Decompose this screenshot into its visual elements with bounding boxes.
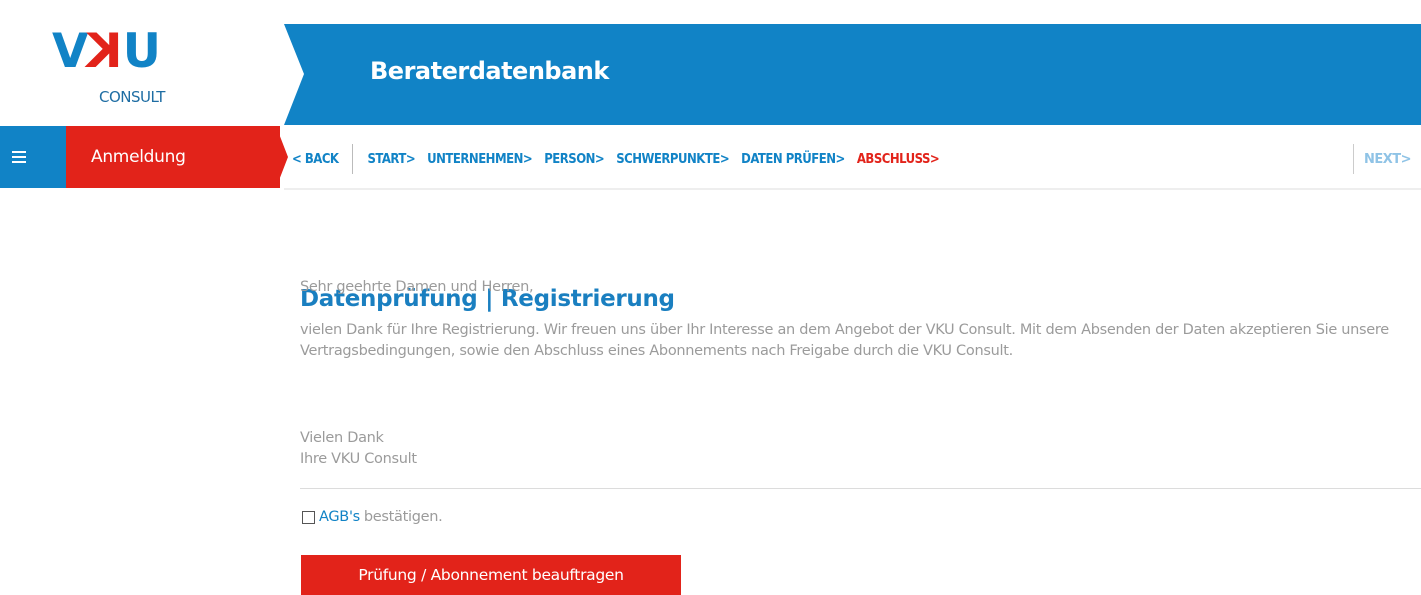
next-nav: NEXT> [1353,143,1412,175]
agb-link[interactable]: AGB's [319,509,360,525]
header-banner: Beraterdatenbank [284,24,1421,125]
salutation-text: Sehr geehrte Damen und Herren, [300,279,534,295]
closing-line-1: Vielen Dank [300,430,384,446]
agb-confirmation: AGB's bestätigen. [302,509,443,525]
logo-mark: VKU [52,24,161,79]
divider [300,488,1421,489]
agb-checkbox[interactable] [302,510,315,524]
body-paragraph: vielen Dank für Ihre Registrierung. Wir … [300,322,1389,359]
step-start[interactable]: START> [367,152,415,167]
nav-divider [1353,144,1354,174]
sidebar-item-label: Anmeldung [91,147,186,167]
back-link[interactable]: < BACK [292,152,339,167]
banner-title: Beraterdatenbank [370,57,609,85]
menu-button[interactable] [0,126,66,188]
step-person[interactable]: PERSON> [544,152,605,167]
step-unternehmen[interactable]: UNTERNEHMEN> [427,152,533,167]
nav-divider [352,144,354,174]
agb-label: bestätigen. [363,509,443,525]
sidebar-item-anmeldung[interactable]: Anmeldung [66,126,288,188]
step-abschluss[interactable]: ABSCHLUSS> [857,152,940,167]
submit-subscription-button[interactable]: Prüfung / Abonnement beauftragen [301,555,681,595]
step-daten-pruefen[interactable]: DATEN PRÜFEN> [741,152,845,167]
vku-consult-logo[interactable]: VKU CONSULT [52,24,212,116]
step-navigation: < BACK START> UNTERNEHMEN> PERSON> SCHWE… [292,144,951,174]
logo-subtitle: CONSULT [99,88,165,106]
step-schwerpunkte[interactable]: SCHWERPUNKTE> [616,152,729,167]
closing-line-2: Ihre VKU Consult [300,451,417,467]
page: VKU CONSULT Beraterdatenbank Anmeldung <… [0,0,1421,595]
closing-text: Vielen Dank Ihre VKU Consult [300,428,417,470]
next-link[interactable]: NEXT> [1364,152,1412,167]
nav-underline [284,188,1421,190]
